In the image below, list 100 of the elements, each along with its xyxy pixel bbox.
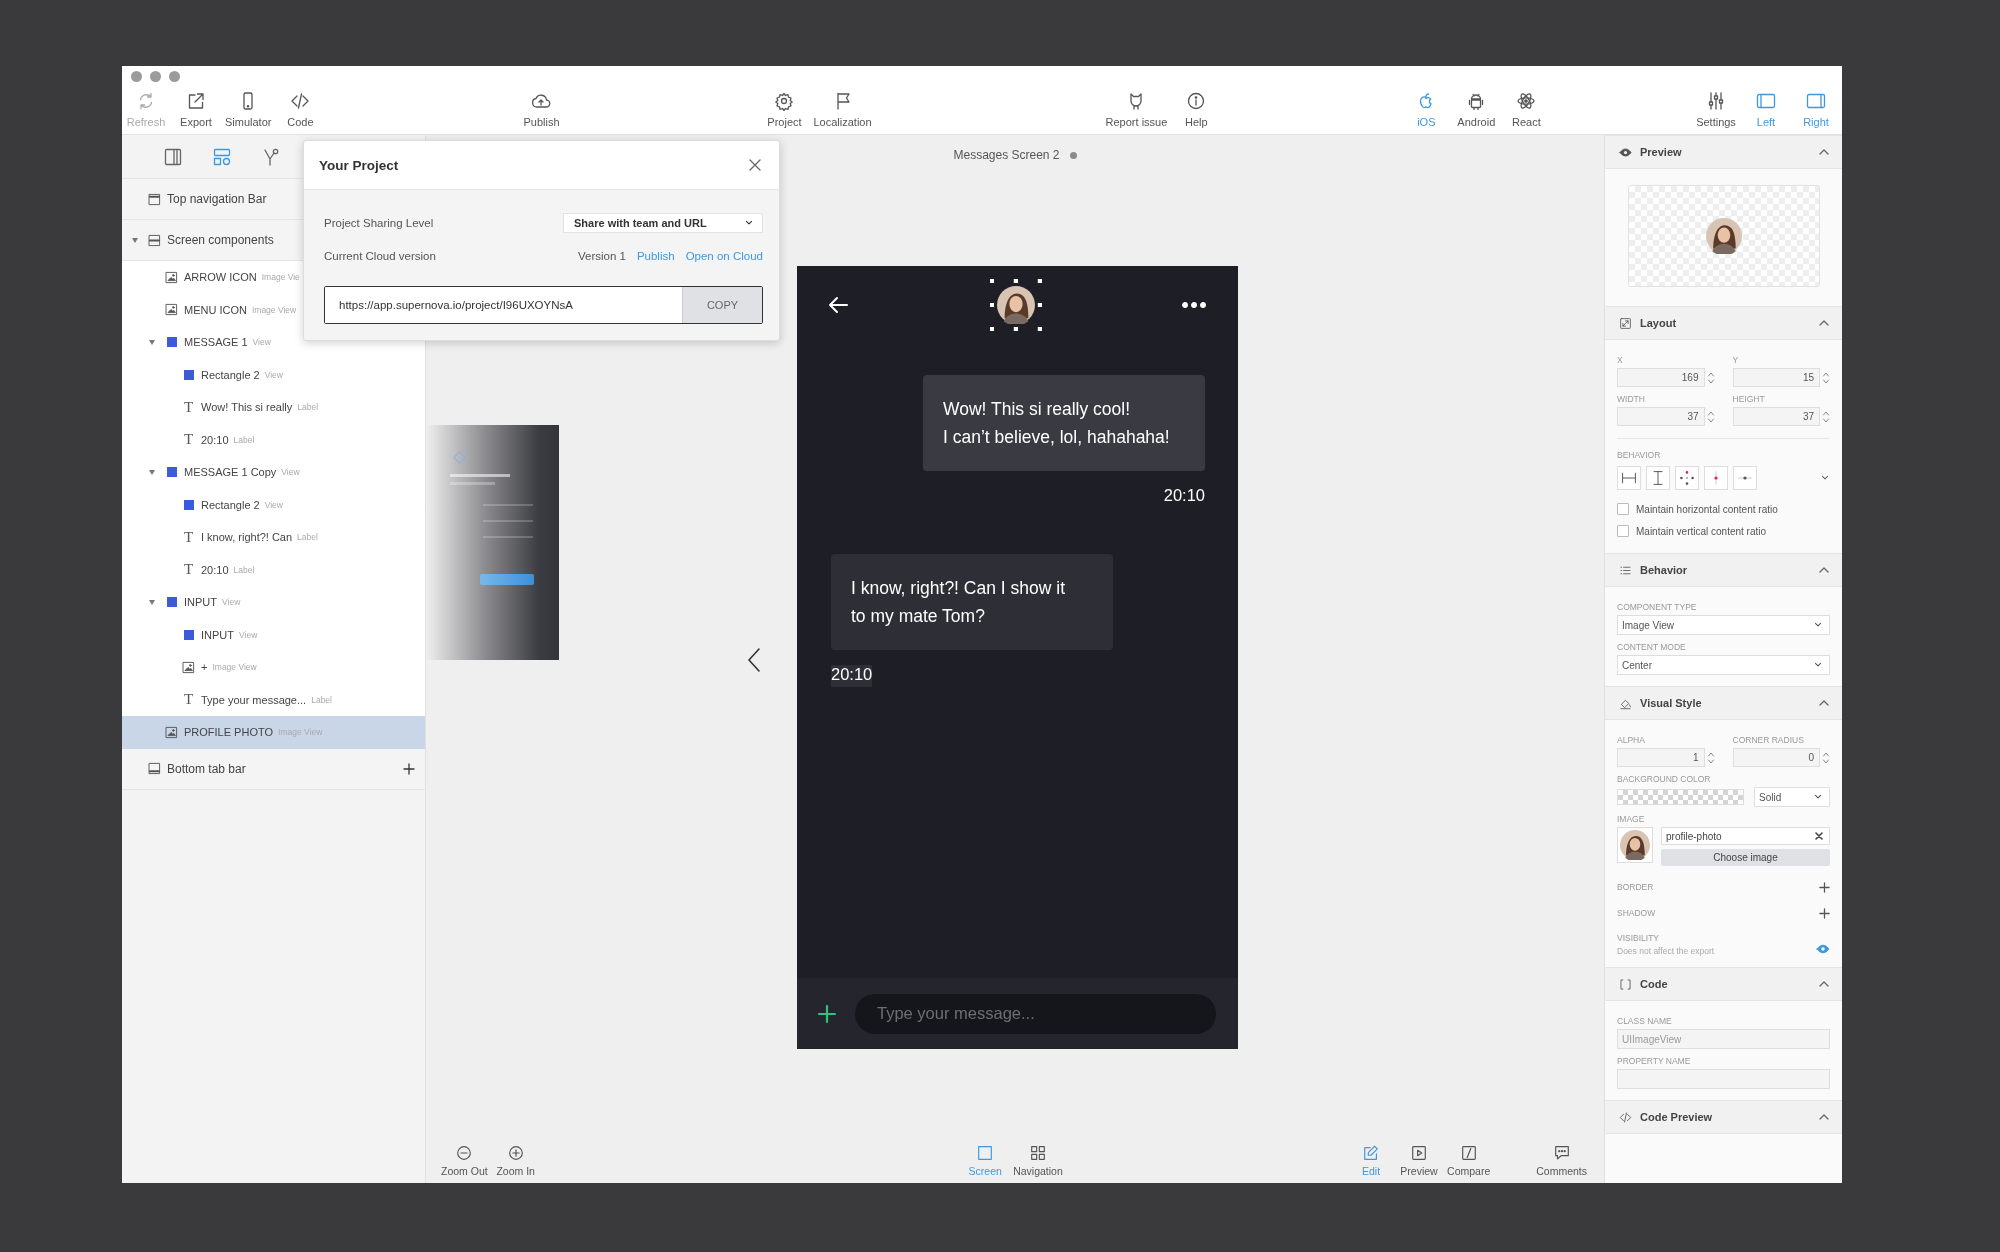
color-swatch[interactable] xyxy=(1617,789,1744,805)
number-field[interactable]: 1 xyxy=(1617,748,1705,767)
add-icon[interactable] xyxy=(403,762,415,775)
dropdown[interactable]: Image View xyxy=(1617,615,1830,635)
layer-name: Type your message... xyxy=(201,693,307,706)
eye-icon xyxy=(1619,145,1632,159)
previous-screen-icon[interactable] xyxy=(747,647,761,673)
sliders-icon xyxy=(1706,91,1726,111)
field-label: COMPONENT TYPE xyxy=(1617,602,1698,612)
layer-type: Label xyxy=(233,564,255,575)
number-field[interactable]: 15 xyxy=(1732,368,1820,387)
play-icon xyxy=(1410,1144,1429,1162)
image-icon xyxy=(165,303,178,317)
right-panel-icon xyxy=(1806,91,1826,111)
number-field[interactable]: 169 xyxy=(1617,368,1705,387)
view-icon xyxy=(166,337,177,348)
message-time: 20:10 xyxy=(831,665,873,687)
layer-type: Label xyxy=(297,532,318,543)
toolbar-button[interactable]: Android xyxy=(1452,91,1501,128)
section-header[interactable]: Layout xyxy=(1605,306,1842,340)
avatar xyxy=(996,286,1035,324)
number-field[interactable]: 0 xyxy=(1732,748,1820,767)
toolbar-button[interactable]: Project xyxy=(760,91,809,128)
clear-icon[interactable] xyxy=(1815,832,1823,840)
checkbox[interactable] xyxy=(1617,503,1629,515)
layer-name: + xyxy=(201,661,208,674)
toolbar-button[interactable]: Simulator xyxy=(222,91,275,128)
brackets-icon xyxy=(1619,977,1632,991)
bottom-toolbar-button[interactable]: Zoom In xyxy=(492,1144,539,1177)
behavior-option[interactable] xyxy=(1646,466,1670,490)
section-header[interactable]: Code Preview xyxy=(1605,1100,1842,1134)
section-header[interactable]: Visual Style xyxy=(1605,686,1842,720)
number-field[interactable]: 37 xyxy=(1617,407,1705,426)
add-icon[interactable] xyxy=(817,1003,837,1024)
toolbar-button[interactable]: React xyxy=(1502,91,1551,128)
layer-type: View xyxy=(264,369,283,380)
section-row[interactable]: Bottom tab bar xyxy=(122,748,425,790)
toolbar-button[interactable]: Localization xyxy=(810,91,875,128)
toolbar-button[interactable]: Help xyxy=(1172,91,1221,128)
dropdown[interactable]: Center xyxy=(1617,655,1830,675)
bottom-toolbar-button[interactable]: Preview xyxy=(1396,1144,1443,1177)
back-arrow-icon[interactable] xyxy=(827,294,849,316)
atom-icon xyxy=(1516,91,1537,111)
fill-dropdown[interactable]: Solid xyxy=(1754,787,1830,807)
layer-name: 20:10 xyxy=(201,563,229,576)
message-bubble: Wow! This si really cool! I can’t believe, lol, hahahaha! xyxy=(923,375,1205,471)
add-icon[interactable] xyxy=(1819,881,1830,893)
text-field[interactable]: UIImageView xyxy=(1617,1029,1830,1049)
layer-name: I know, right?! Can xyxy=(201,531,293,544)
bottom-toolbar-button[interactable]: Navigation xyxy=(1010,1144,1066,1177)
field-label: BACKGROUND COLOR xyxy=(1617,774,1712,784)
image-icon xyxy=(165,270,178,284)
text-type-icon: T xyxy=(183,693,194,707)
screen-thumbnail-drawing[interactable] xyxy=(426,425,559,660)
section-header[interactable]: Preview xyxy=(1605,135,1842,169)
field-label: WIDTH xyxy=(1617,394,1646,404)
message-bubble: I know, right?! Can I show it to my mate Tom? xyxy=(831,554,1113,650)
avatar xyxy=(1705,218,1742,254)
selection-handles[interactable] xyxy=(989,279,1042,331)
checkbox-label: Maintain vertical content ratio xyxy=(1636,525,1767,537)
window-control[interactable] xyxy=(150,71,161,82)
sharing-dropdown[interactable]: Share with team and URL xyxy=(563,213,763,233)
bottom-toolbar-button[interactable]: Compare xyxy=(1444,1144,1494,1177)
layer-name: MENU ICON xyxy=(184,303,247,316)
window-control[interactable] xyxy=(131,71,142,82)
section-header[interactable]: Code xyxy=(1605,967,1842,1001)
toolbar-button[interactable]: Report issue xyxy=(1102,91,1171,128)
checkbox[interactable] xyxy=(1617,525,1629,537)
components-icon xyxy=(212,146,232,167)
close-icon[interactable] xyxy=(749,159,761,171)
toolbar-button[interactable]: Publish xyxy=(517,91,566,128)
view-icon xyxy=(166,597,177,608)
add-icon[interactable] xyxy=(1819,907,1830,919)
layer-type: Image View xyxy=(212,662,257,673)
field-label: ALPHA xyxy=(1617,735,1646,745)
layer-name: Rectangle 2 xyxy=(201,368,260,381)
gear-icon xyxy=(774,91,795,111)
section-header[interactable]: Behavior xyxy=(1605,553,1842,587)
eye-icon[interactable] xyxy=(1816,942,1830,956)
view-icon xyxy=(183,369,194,380)
text-field[interactable] xyxy=(1617,1069,1830,1089)
behavior-option[interactable] xyxy=(1617,466,1641,490)
toolbar-button[interactable]: Code xyxy=(276,91,325,128)
bottom-toolbar-button[interactable]: Zoom Out xyxy=(438,1144,491,1177)
image-field[interactable]: profile-photo xyxy=(1661,827,1830,845)
number-field[interactable]: 37 xyxy=(1732,407,1820,426)
bottom-toolbar-button[interactable]: Comments xyxy=(1533,1144,1590,1177)
toolbar-button[interactable]: Export xyxy=(172,91,220,128)
zoom-in-icon xyxy=(506,1144,525,1162)
message-input[interactable]: Type your message... xyxy=(855,993,1216,1034)
image-icon xyxy=(182,660,195,674)
choose-image-button[interactable]: Choose image xyxy=(1661,849,1830,866)
window-control[interactable] xyxy=(169,71,180,82)
toolbar-button[interactable]: Settings xyxy=(1692,91,1740,128)
more-icon[interactable] xyxy=(1182,302,1206,308)
layer-type: View xyxy=(222,597,241,608)
field-label: SHADOW xyxy=(1617,908,1656,918)
behavior-option[interactable] xyxy=(1675,466,1699,490)
layer-type: Label xyxy=(297,402,319,413)
field-label: VISIBILITY xyxy=(1617,933,1661,943)
